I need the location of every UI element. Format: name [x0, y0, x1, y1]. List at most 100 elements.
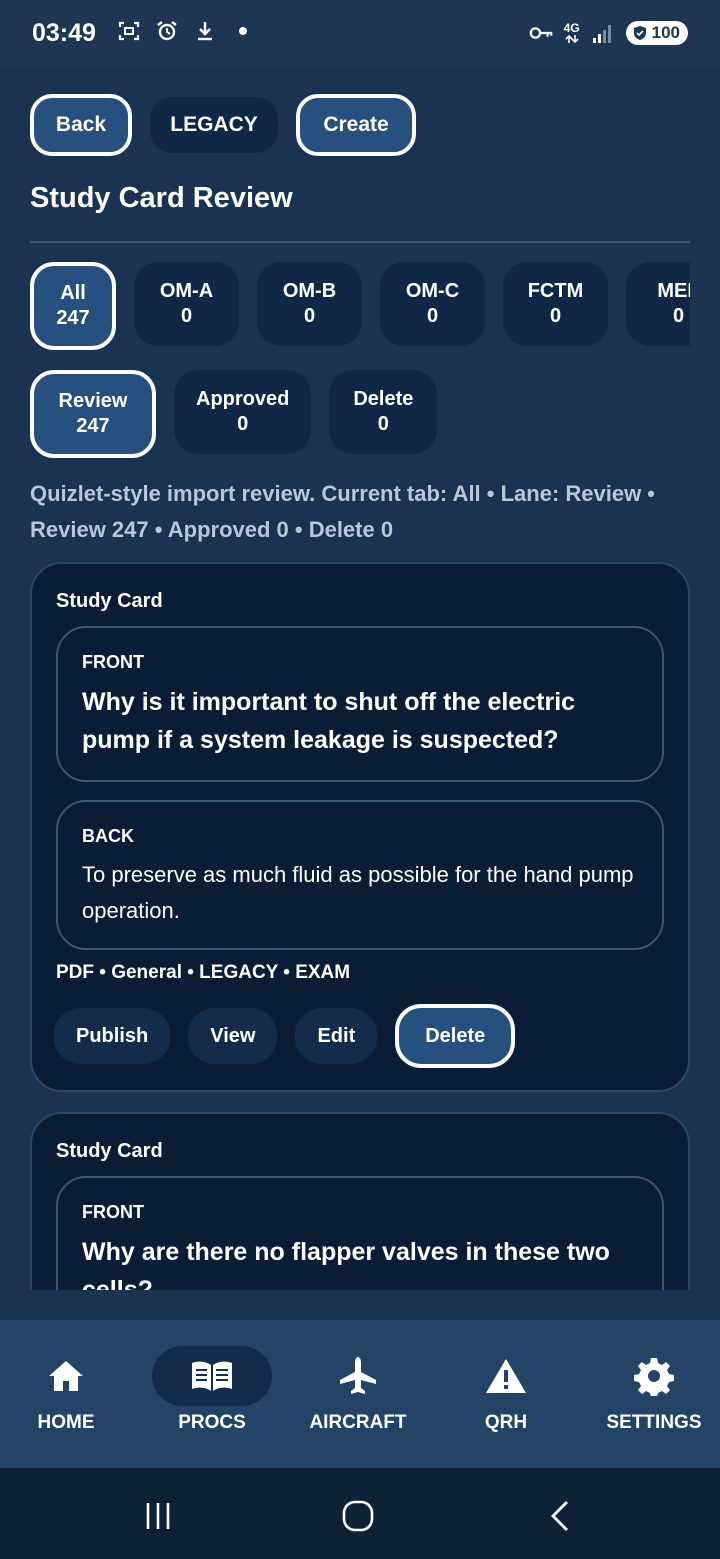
bottom-nav: HOME PROCS AIRCRAFT QRH SETTINGS [0, 1320, 720, 1468]
lane-delete[interactable]: Delete 0 [329, 370, 438, 454]
card-front: FRONT Why is it important to shut off th… [56, 626, 664, 782]
study-card: Study Card FRONT Why are there no flappe… [30, 1112, 690, 1290]
front-label: FRONT [82, 1202, 144, 1222]
tab-label: OM-B [282, 280, 337, 302]
battery-shield-icon [633, 26, 646, 40]
header-divider [30, 241, 690, 243]
card-actions: Publish View Edit Delete [54, 1004, 516, 1068]
lane-label: Delete [353, 388, 414, 410]
card-meta: PDF • General • LEGACY • EXAM [56, 962, 351, 983]
tab-om-b[interactable]: OM-B 0 [257, 262, 362, 346]
card-label: Study Card [56, 1140, 163, 1162]
view-button[interactable]: View [188, 1008, 278, 1064]
lane-review[interactable]: Review 247 [30, 370, 156, 458]
nav-aircraft[interactable]: AIRCRAFT [298, 1320, 418, 1468]
lane-count: 0 [377, 413, 389, 435]
alarm-icon [154, 18, 180, 44]
nav-icon-wrap [594, 1346, 714, 1406]
lane-label: Approved [196, 388, 290, 410]
vpn-key-icon [528, 20, 554, 46]
lane-tabs: Review 247 Approved 0 Delete 0 [30, 370, 438, 458]
network-indicator: 4G [563, 20, 580, 44]
tab-label: MEL [657, 280, 690, 302]
nav-label: PROCS [178, 1412, 246, 1433]
front-text: Why is it important to shut off the elec… [82, 688, 576, 754]
system-nav-bar [0, 1468, 720, 1559]
card-list[interactable]: Study Card FRONT Why is it important to … [0, 560, 720, 1290]
nav-icon-wrap [152, 1346, 272, 1406]
publish-button[interactable]: Publish [54, 1008, 171, 1064]
tab-label: OM-C [405, 280, 460, 302]
back-button[interactable]: Back [30, 94, 132, 156]
card-back: BACK To preserve as much fluid as possib… [56, 800, 664, 950]
tab-count: 0 [672, 305, 685, 327]
screenshot-icon [116, 18, 142, 44]
front-label: FRONT [82, 652, 144, 672]
book-icon [192, 1361, 232, 1391]
tab-label: OM-A [159, 280, 214, 302]
tab-om-c[interactable]: OM-C 0 [380, 262, 485, 346]
front-text: Why are there no flapper valves in these… [82, 1238, 610, 1290]
page-title: Study Card Review [30, 182, 293, 214]
back-text: To preserve as much fluid as possible fo… [82, 862, 634, 923]
nav-settings[interactable]: SETTINGS [594, 1320, 714, 1468]
download-icon [192, 18, 218, 44]
nav-icon-wrap [6, 1346, 126, 1406]
back-chevron-icon [551, 1501, 568, 1531]
nav-label: HOME [37, 1412, 95, 1433]
battery-level: 100 [651, 23, 680, 42]
status-system-icons: 4G 100 [528, 20, 688, 46]
tab-count: 0 [426, 305, 439, 327]
tab-count: 0 [549, 305, 562, 327]
lane-count: 0 [237, 413, 249, 435]
study-card: Study Card FRONT Why is it important to … [30, 562, 690, 1092]
nav-qrh[interactable]: QRH [446, 1320, 566, 1468]
back-system-button[interactable] [540, 1496, 580, 1536]
nav-label: SETTINGS [606, 1412, 702, 1433]
category-tabs[interactable]: All 247 OM-A 0 OM-B 0 OM-C 0 FCTM 0 MEL … [30, 262, 690, 354]
review-summary: Quizlet-style import review. Current tab… [30, 481, 656, 542]
nav-icon-wrap [298, 1346, 418, 1406]
nav-label: AIRCRAFT [309, 1412, 407, 1433]
create-button[interactable]: Create [296, 94, 416, 156]
lane-count: 247 [76, 415, 110, 437]
gear-icon [634, 1358, 674, 1396]
tab-om-a[interactable]: OM-A 0 [134, 262, 239, 346]
tab-count: 0 [180, 305, 193, 327]
network-type: 4G [563, 20, 580, 35]
battery-indicator: 100 [625, 21, 688, 45]
tab-mel[interactable]: MEL 0 [626, 262, 690, 346]
tab-count: 0 [303, 305, 316, 327]
nav-label: QRH [484, 1412, 528, 1433]
status-notification-icons [116, 18, 256, 44]
card-label: Study Card [56, 590, 163, 612]
nav-procs[interactable]: PROCS [152, 1320, 272, 1468]
edit-button[interactable]: Edit [295, 1008, 378, 1064]
airplane-icon [340, 1357, 376, 1394]
warning-icon [486, 1359, 526, 1393]
tab-fctm[interactable]: FCTM 0 [503, 262, 608, 346]
header-actions: Back LEGACY Create [30, 94, 416, 156]
lane-label: Review [58, 390, 128, 412]
tab-count: 247 [56, 307, 90, 329]
status-bar: 03:49 4G 100 [0, 0, 720, 66]
tab-all[interactable]: All 247 [30, 262, 116, 350]
legacy-button[interactable]: LEGACY [150, 97, 278, 153]
home-system-button[interactable] [338, 1496, 378, 1536]
status-time: 03:49 [32, 19, 96, 47]
tab-label: FCTM [527, 280, 584, 302]
home-circle-icon [342, 1500, 374, 1532]
recent-apps-button[interactable] [138, 1496, 178, 1536]
nav-icon-wrap [446, 1346, 566, 1406]
back-label: BACK [82, 826, 134, 846]
card-front: FRONT Why are there no flapper valves in… [56, 1176, 664, 1290]
notification-dot-icon [230, 18, 256, 44]
signal-icon [590, 20, 616, 46]
delete-button[interactable]: Delete [395, 1004, 516, 1068]
tab-label: All [60, 282, 86, 304]
nav-home[interactable]: HOME [6, 1320, 126, 1468]
data-arrows-icon [565, 34, 579, 43]
recent-apps-icon [146, 1503, 170, 1529]
home-icon [49, 1361, 83, 1391]
lane-approved[interactable]: Approved 0 [174, 370, 312, 454]
